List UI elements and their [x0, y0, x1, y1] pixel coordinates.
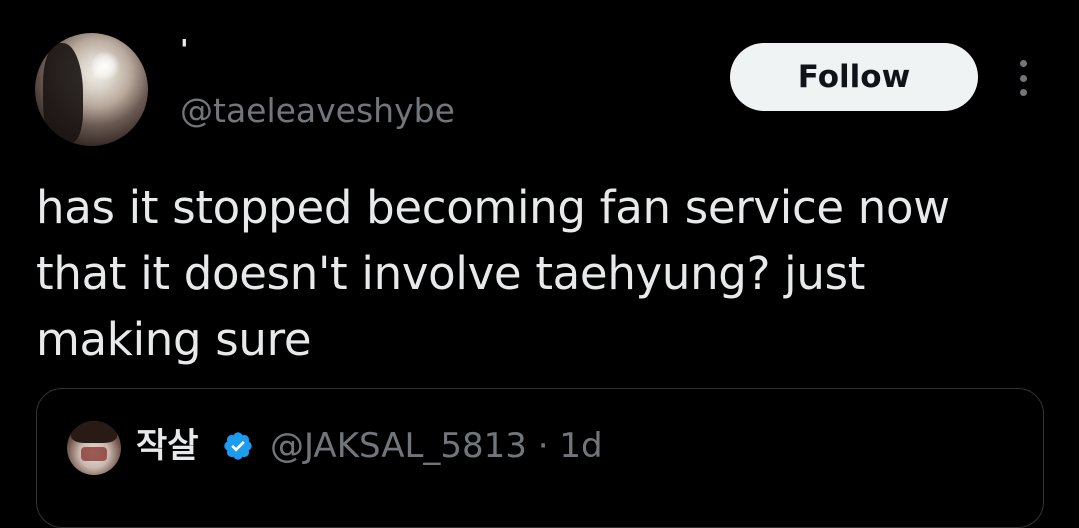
more-dot [1019, 89, 1027, 96]
tweet-text: has it stopped becoming fan service now … [36, 181, 950, 366]
quoted-author-avatar[interactable] [67, 421, 121, 475]
quoted-avatar-detail [71, 421, 117, 443]
meta-separator: · [537, 426, 549, 466]
verified-badge-icon [224, 432, 252, 460]
quoted-avatar-detail [81, 447, 107, 461]
more-options-icon[interactable] [1012, 60, 1034, 96]
follow-button[interactable]: Follow [730, 43, 978, 111]
more-dot [1019, 60, 1027, 67]
avatar-photo-light [90, 51, 120, 81]
quoted-author-handle[interactable]: @JAKSAL_5813 [270, 426, 527, 466]
more-dot [1019, 74, 1027, 82]
quoted-tweet-time[interactable]: 1d [559, 426, 602, 466]
author-handle[interactable]: @taeleaveshybe [180, 91, 455, 131]
quoted-author-display-name[interactable]: 작살 [136, 424, 199, 468]
author-display-name[interactable]: ' [180, 36, 189, 64]
avatar-photo-detail [43, 43, 83, 143]
quoted-tweet-meta: @JAKSAL_5813 · 1d [270, 424, 603, 468]
author-avatar[interactable] [35, 33, 148, 146]
